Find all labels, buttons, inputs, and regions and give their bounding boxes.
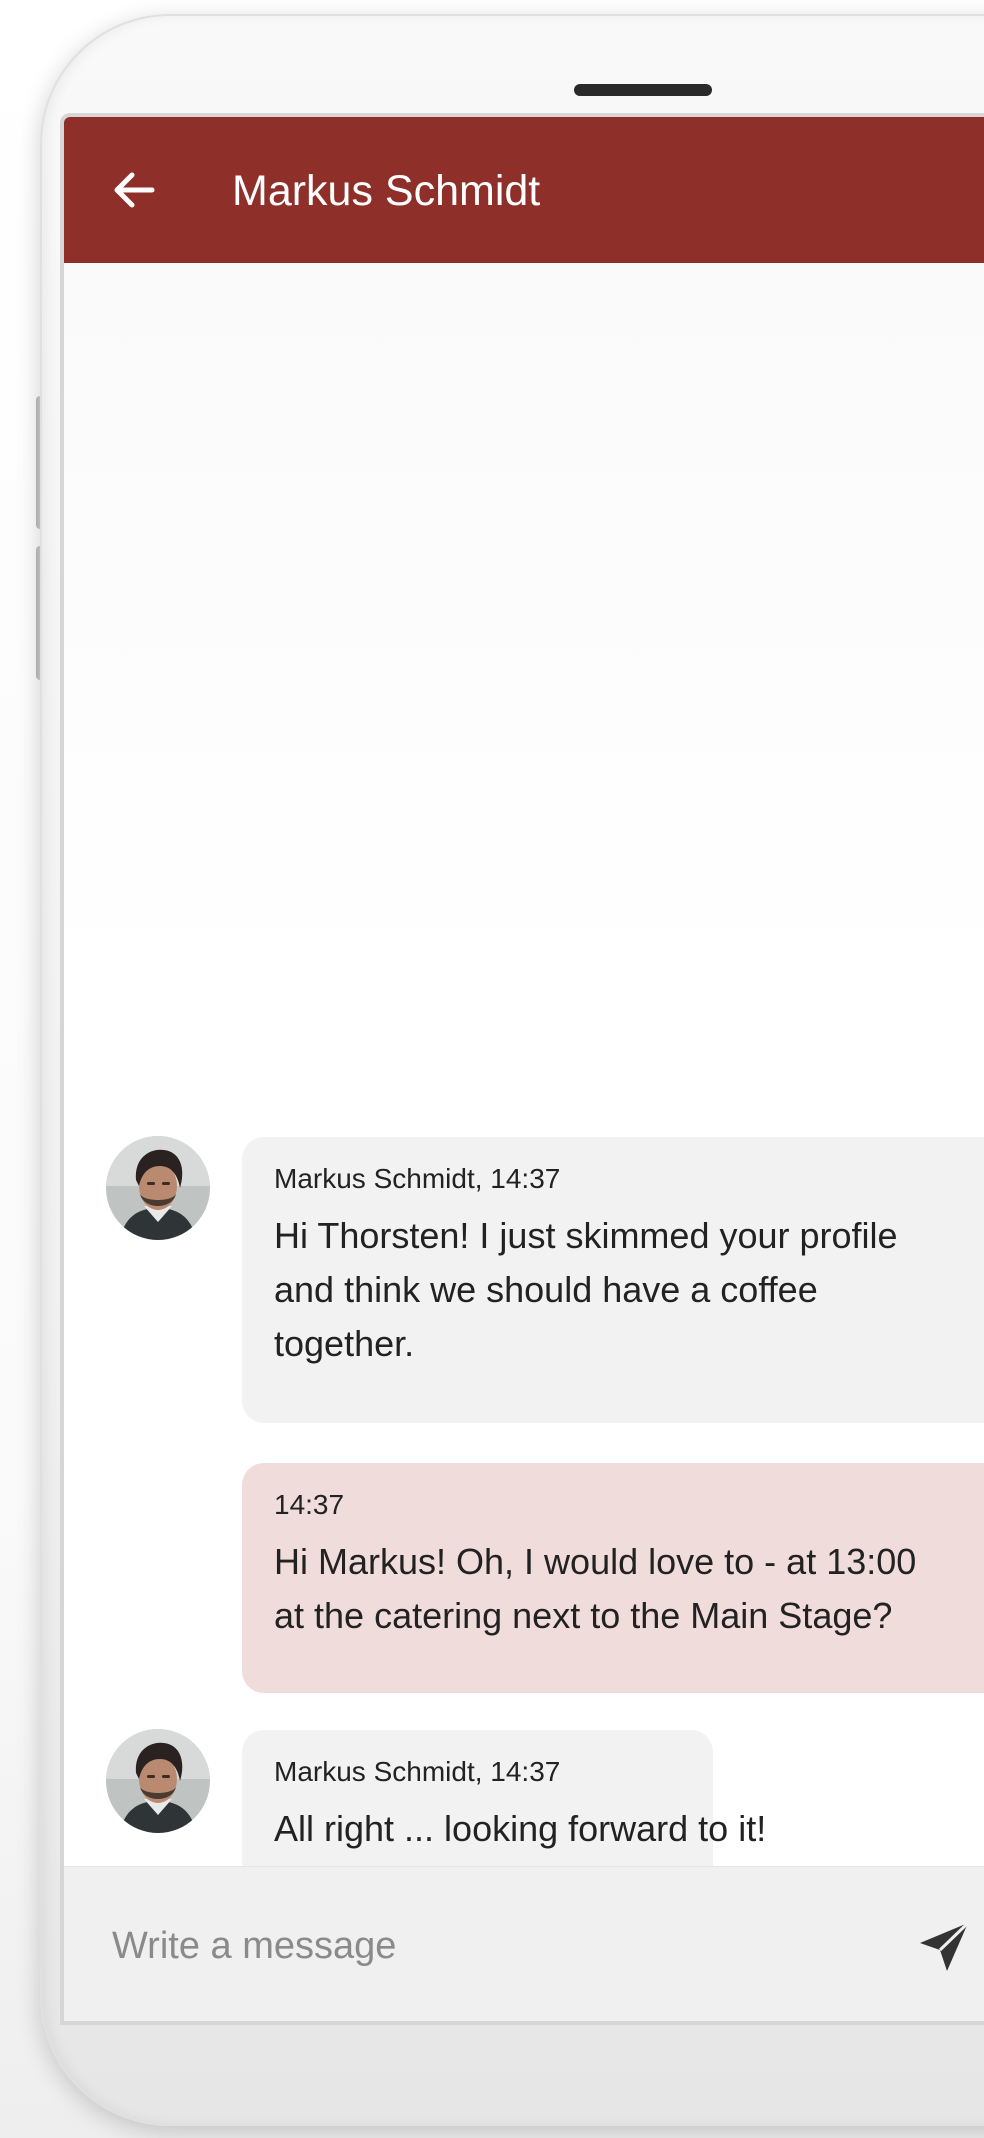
message-text: All right ... looking forward to it!: [274, 1802, 767, 1856]
message-text-line: at the catering next to the Main Stage?: [274, 1595, 893, 1636]
message-input[interactable]: [110, 1913, 874, 1979]
message-bubble-outgoing[interactable]: 14:37 Hi Markus! Oh, I would love to - a…: [242, 1463, 984, 1693]
avatar[interactable]: [106, 1729, 210, 1833]
message-text-line: Hi Thorsten! I just skimmed your profile: [274, 1215, 898, 1256]
earpiece-speaker: [574, 84, 712, 96]
avatar-photo-icon: [106, 1136, 210, 1240]
message-meta: 14:37: [274, 1489, 345, 1520]
avatar[interactable]: [106, 1136, 210, 1240]
arrow-left-icon[interactable]: [110, 167, 156, 213]
message-text-line: All right ... looking forward to it!: [274, 1808, 767, 1849]
message-composer: [64, 1866, 984, 2021]
app-bar: Markus Schmidt: [64, 117, 984, 263]
send-paper-plane-icon[interactable]: [916, 1919, 972, 1975]
avatar-photo-icon: [106, 1729, 210, 1833]
message-meta: Markus Schmidt, 14:37: [274, 1163, 561, 1194]
message-bubble-incoming[interactable]: Markus Schmidt, 14:37 Hi Thorsten! I jus…: [242, 1137, 984, 1423]
message-text: Hi Markus! Oh, I would love to - at 13:0…: [274, 1535, 984, 1643]
message-text-line: together.: [274, 1323, 415, 1364]
message-meta: Markus Schmidt, 14:37: [274, 1756, 561, 1787]
message-text-line: Hi Markus! Oh, I would love to - at 13:0…: [274, 1541, 917, 1582]
conversation-title: Markus Schmidt: [232, 167, 541, 215]
device-mockup: Markus Schmidt Markus Schmidt, 14:37 Hi …: [0, 0, 984, 2138]
chat-screen: Markus Schmidt Markus Schmidt, 14:37 Hi …: [64, 117, 984, 2021]
message-list[interactable]: Markus Schmidt, 14:37 Hi Thorsten! I jus…: [64, 263, 984, 1899]
message-text-line: and think we should have a coffee: [274, 1269, 818, 1310]
message-text: Hi Thorsten! I just skimmed your profile…: [274, 1209, 984, 1371]
